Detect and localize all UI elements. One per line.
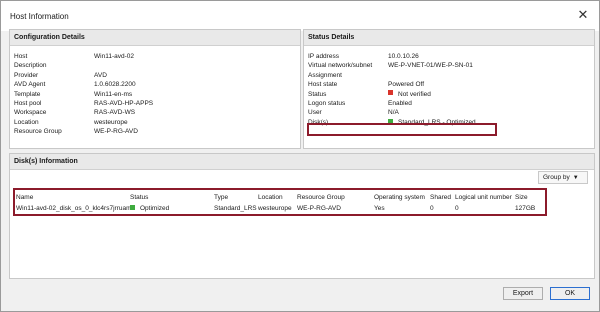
status-row-user: User N/A (308, 109, 399, 117)
status-row-logon-status: Logon status Enabled (308, 99, 412, 107)
status-row-virtual-network: Virtual network/subnet WE-P-VNET-01/WE-P-… (308, 62, 473, 70)
config-row-template: Template Win11-en-ms (14, 90, 133, 98)
group-by-label: Group by (543, 174, 570, 181)
disks-information-panel: Disk(s) Information Group by ▼ Name Statu… (9, 153, 595, 279)
configuration-details-list: Host Win11-avd-02 Description Provider AVD… (14, 52, 153, 137)
host-information-dialog: Host Information ✕ Configuration Details… (0, 0, 600, 312)
configuration-details-header: Configuration Details (10, 30, 300, 46)
window-title: Host Information (10, 12, 69, 21)
group-by-dropdown[interactable]: Group by ▼ (538, 171, 588, 184)
disks-information-header: Disk(s) Information (10, 154, 594, 170)
close-icon[interactable]: ✕ (575, 7, 591, 23)
status-details-list: IP address 10.0.10.26 Virtual network/sub… (308, 52, 476, 127)
configuration-details-panel: Configuration Details Host Win11-avd-02 D… (9, 29, 301, 149)
config-row-resource-group: Resource Group WE-P-RG-AVD (14, 128, 138, 136)
config-row-avd-agent: AVD Agent 1.0.6028.2200 (14, 81, 136, 89)
status-details-panel: Status Details IP address 10.0.10.26 Virt… (303, 29, 595, 149)
status-row-assignment: Assignment (308, 71, 342, 79)
status-details-header: Status Details (304, 30, 594, 46)
status-row-status: Status Not verified (308, 90, 431, 98)
title-bar: Host Information ✕ (1, 1, 599, 31)
config-row-host: Host Win11-avd-02 (14, 53, 134, 60)
chevron-down-icon: ▼ (572, 175, 579, 181)
disks-row-highlight (307, 123, 497, 136)
status-red-indicator-icon (388, 90, 393, 96)
config-row-workspace: Workspace RAS-AVD-WS (14, 109, 136, 117)
export-button[interactable]: Export (503, 287, 543, 300)
ok-button[interactable]: OK (550, 287, 590, 300)
status-row-ip-address: IP address 10.0.10.26 (308, 53, 419, 60)
config-row-provider: Provider AVD (14, 71, 107, 79)
config-row-description: Description (14, 62, 47, 70)
config-row-location: Location westeurope (14, 118, 128, 126)
config-row-host-pool: Host pool RAS-AVD-HP-APPS (14, 99, 154, 107)
status-row-host-state: Host state Powered Off (308, 81, 425, 89)
disks-table-highlight (13, 188, 547, 216)
